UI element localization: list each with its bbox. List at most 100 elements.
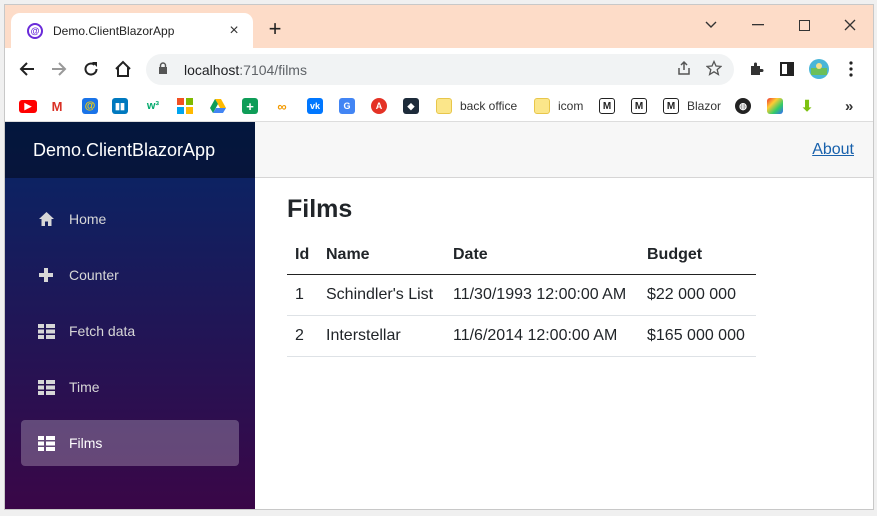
tab-strip: @ Demo.ClientBlazorApp × + — [5, 5, 873, 48]
bookmark-label: icom — [558, 99, 584, 113]
m-icon: M — [631, 98, 647, 114]
bookmark-m2[interactable]: M — [631, 98, 647, 114]
table-cell: 2 — [287, 315, 318, 357]
address-bar[interactable]: localhost:7104/films — [146, 54, 734, 85]
tab-close-icon[interactable]: × — [225, 22, 243, 40]
bookmark-gmail[interactable]: M — [49, 98, 65, 114]
bookmark-label: back office — [460, 99, 518, 113]
table-cell: $165 000 000 — [639, 315, 756, 357]
bookmark-drive[interactable] — [210, 98, 226, 114]
m-icon: M — [599, 98, 615, 114]
bookmark-globe[interactable]: ◍ — [735, 98, 751, 114]
back-icon[interactable] — [15, 57, 39, 81]
bookmark-m1[interactable]: M — [599, 98, 615, 114]
bookmark-code[interactable]: ◆ — [403, 98, 419, 114]
column-header: Name — [318, 236, 445, 275]
share-icon[interactable] — [676, 60, 692, 80]
bookmark-microsoft[interactable] — [177, 98, 193, 114]
column-header: Date — [445, 236, 639, 275]
translate-icon: G — [339, 98, 355, 114]
brand-link[interactable]: Demo.ClientBlazorApp — [5, 122, 255, 178]
nav-label: Home — [69, 211, 107, 227]
browser-toolbar: localhost:7104/films — [5, 48, 873, 90]
page-title: Films — [287, 195, 353, 223]
folder-icon — [534, 98, 550, 114]
close-window-icon[interactable] — [827, 11, 873, 39]
lock-icon — [158, 62, 172, 77]
plus-icon — [36, 265, 56, 285]
nav-item-films[interactable]: Films — [21, 420, 239, 466]
content-area: Films Id Name Date Budget 1 Schindler's … — [255, 178, 873, 374]
bookmark-aliexpress[interactable]: A — [371, 98, 387, 114]
table-cell: 1 — [287, 274, 318, 316]
bookmark-blazor[interactable]: M Blazor — [663, 98, 721, 114]
bookmark-plus-app[interactable]: + — [242, 98, 258, 114]
bookmark-at[interactable]: @ — [82, 98, 98, 114]
browser-window: @ Demo.ClientBlazorApp × + localhost:710… — [4, 4, 874, 510]
nav-label: Time — [69, 379, 100, 395]
globe-icon: ◍ — [735, 98, 751, 114]
extensions-icon[interactable] — [744, 57, 768, 81]
tab-title: Demo.ClientBlazorApp — [53, 23, 175, 38]
top-row: About — [255, 122, 873, 178]
bookmark-infinity[interactable]: ∞ — [274, 98, 290, 114]
bookmark-trello[interactable]: ▮▮ — [112, 98, 128, 114]
at-icon: @ — [82, 98, 98, 114]
home-icon — [36, 209, 56, 229]
list-icon — [36, 377, 56, 397]
nav-label: Fetch data — [69, 323, 136, 339]
nav-item-time[interactable]: Time — [21, 364, 239, 410]
bookmark-label: Blazor — [687, 99, 722, 113]
nav-item-counter[interactable]: Counter — [21, 252, 239, 298]
bookmark-image[interactable] — [767, 98, 783, 114]
nav-label: Counter — [69, 267, 119, 283]
bookmark-download[interactable]: ⬇ — [799, 98, 815, 115]
w3schools-icon: w³ — [145, 98, 161, 114]
microsoft-icon — [177, 98, 193, 114]
blazor-favicon-icon: @ — [27, 22, 43, 39]
table-cell: Schindler's List — [318, 274, 445, 316]
vk-icon: vk — [307, 98, 323, 114]
about-link[interactable]: About — [812, 141, 854, 159]
bookmark-youtube[interactable]: ▶ — [19, 98, 37, 114]
table-cell: $22 000 000 — [639, 274, 756, 316]
nav-item-fetch-data[interactable]: Fetch data — [21, 308, 239, 354]
column-header: Budget — [639, 236, 756, 275]
home-browser-icon[interactable] — [111, 57, 135, 81]
bookmark-translate[interactable]: G — [339, 98, 355, 114]
bookmark-back-office[interactable]: back office — [436, 98, 517, 114]
bookmark-star-icon[interactable] — [705, 59, 723, 80]
gmail-icon: M — [49, 98, 65, 114]
kebab-menu-icon[interactable] — [839, 57, 863, 81]
reload-icon[interactable] — [79, 57, 103, 81]
google-drive-icon — [210, 98, 226, 114]
image-icon — [767, 98, 783, 114]
more-bookmarks-icon[interactable]: » — [845, 98, 853, 115]
forward-icon[interactable] — [47, 57, 71, 81]
table-cell: 11/6/2014 12:00:00 AM — [445, 315, 639, 357]
table-row: 2 Interstellar 11/6/2014 12:00:00 AM $16… — [287, 315, 756, 357]
code-icon: ◆ — [403, 98, 419, 114]
app-page: Demo.ClientBlazorApp Home Counter Fetch … — [5, 122, 873, 509]
side-panel-icon[interactable] — [775, 57, 799, 81]
download-icon: ⬇ — [799, 98, 815, 115]
nav-item-home[interactable]: Home — [21, 196, 239, 242]
m-icon: M — [663, 98, 679, 114]
aliexpress-icon: A — [371, 98, 387, 114]
main-content: About Films Id Name Date Budget 1 Schind… — [255, 122, 873, 509]
bookmarks-bar: ▶ M @ ▮▮ w³ + ∞ vk G A ◆ back office ico… — [5, 90, 873, 122]
chevron-down-icon[interactable] — [688, 11, 734, 39]
bookmark-icom[interactable]: icom — [534, 98, 583, 114]
bookmark-w3schools[interactable]: w³ — [145, 98, 161, 114]
youtube-icon: ▶ — [19, 99, 37, 113]
profile-avatar[interactable] — [807, 57, 831, 81]
trello-icon: ▮▮ — [112, 98, 128, 114]
bookmark-vk[interactable]: vk — [307, 98, 323, 114]
list-icon — [36, 433, 56, 453]
browser-tab[interactable]: @ Demo.ClientBlazorApp × — [11, 13, 253, 48]
minimize-icon[interactable] — [735, 11, 781, 39]
table-cell: Interstellar — [318, 315, 445, 357]
maximize-icon[interactable] — [781, 11, 827, 39]
table-cell: 11/30/1993 12:00:00 AM — [445, 274, 639, 316]
new-tab-button[interactable]: + — [263, 17, 287, 41]
